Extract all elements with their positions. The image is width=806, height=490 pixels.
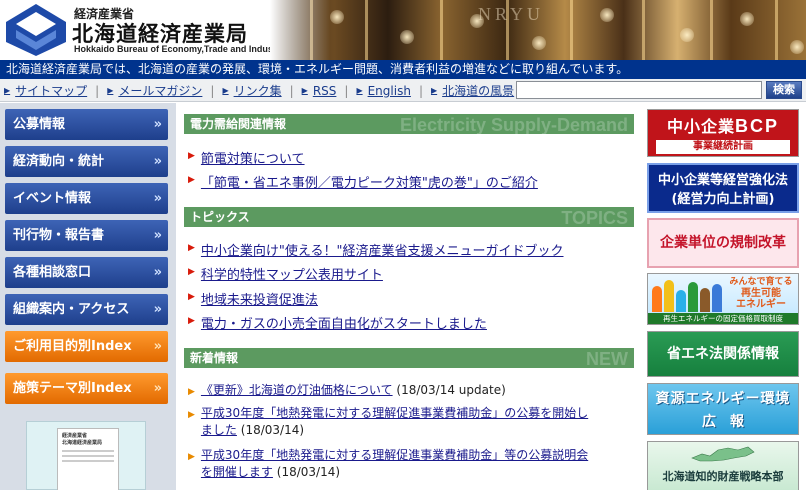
section-header-news: 新着情報 NEW [184,348,634,368]
link-retail-liberalization[interactable]: 電力・ガスの小売全面自由化がスタートしました [201,313,487,332]
news-link-kerosene[interactable]: 《更新》北海道の灯油価格について [201,383,393,397]
section-header-power: 電力需給関連情報 Electricity Supply-Demand [184,114,634,134]
util-link-links[interactable]: ▶ リンク集 [222,82,281,99]
news-link-geothermal-briefing-cont[interactable]: を開催します [201,465,273,479]
list-item: ▶ 電力・ガスの小売全面自由化がスタートしました [188,313,487,332]
triangle-right-icon: ▶ [222,86,229,95]
section-watermark: TOPICS [561,208,628,227]
section-header-topics: トピックス TOPICS [184,207,634,227]
utility-nav: ▶ サイトマップ | ▶ メールマガジン | ▶ リンク集 | ▶ RSS | ▶ Eng… [4,82,515,99]
double-chevron-right-icon: » [153,191,162,206]
list-item: ▶ 中小企業向け"使える！"経済産業省支援メニューガイドブック [188,240,564,259]
double-chevron-right-icon: » [153,228,162,243]
banner-ip-strategy[interactable]: 北海道知的財産戦略本部 [647,441,799,490]
nav-economic-trends[interactable]: 経済動向・統計» [5,146,168,177]
search-input[interactable] [516,81,762,99]
left-nav: 公募情報» 経済動向・統計» イベント情報» 刊行物・報告書» 各種相談窓口» … [0,103,176,490]
list-item: ▶ 科学的特性マップ公表用サイト [188,264,383,283]
news-link-geothermal-offering[interactable]: 平成30年度「地熱発電に対する理解促進事業費補助金」の公募を開始し [201,406,588,420]
utility-bar: ▶ サイトマップ | ▶ メールマガジン | ▶ リンク集 | ▶ RSS | ▶ Eng… [0,79,806,102]
news-item: ▶ 《更新》北海道の灯油価格について (18/03/14 update) [188,382,636,401]
section-watermark: NEW [586,349,628,368]
right-banners: 中小企業BCP 事業継続計画 中小企業等経営強化法 (経営力向上計画) 企業単位… [642,103,806,490]
link-power-saving[interactable]: 節電対策について [201,148,305,167]
triangle-right-icon: ▶ [356,86,363,95]
brochure-thumbnail: 経済産業省 北海道経済産業局 [57,428,119,490]
nav-events[interactable]: イベント情報» [5,183,168,214]
section-watermark: Electricity Supply-Demand [399,115,628,134]
triangle-right-icon: ▶ [188,267,195,277]
triangle-right-icon: ▶ [188,175,195,185]
triangle-right-icon: ▶ [430,86,438,95]
banner-sme-strengthening[interactable]: 中小企業等経営強化法 (経営力向上計画) [647,163,799,213]
nav-public-offering[interactable]: 公募情報» [5,109,168,140]
news-item: ▶ 平成30年度「地熱発電に対する理解促進事業費補助金」の公募を開始し ました (… [188,405,636,439]
double-chevron-right-icon: » [153,154,162,169]
left-banner[interactable]: 経済産業省 北海道経済産業局 [26,421,146,490]
search-button[interactable]: 検索 [766,81,802,99]
news-date: (18/03/14 update) [396,383,506,397]
banner-sme-bcp[interactable]: 中小企業BCP 事業継続計画 [647,109,799,157]
news-date: (18/03/14) [240,423,305,437]
util-link-sitemap[interactable]: ▶ サイトマップ [4,82,87,99]
link-regional-investment[interactable]: 地域未来投資促進法 [201,289,318,308]
nav-publications[interactable]: 刊行物・報告書» [5,220,168,251]
list-item: ▶ 「節電・省エネ事例／電力ピーク対策"虎の巻"」のご紹介 [188,172,538,191]
triangle-right-icon: ▶ [188,243,195,253]
hokkaido-map-icon [691,446,755,462]
banner-renewable-energy[interactable]: みんなで育てる 再生可能 エネルギー 再生エネルギーの固定価格買取制度 [647,273,799,325]
link-scientific-map[interactable]: 科学的特性マップ公表用サイト [201,264,383,283]
tagline: 北海道経済産業局では、北海道の産業の発展、環境・エネルギー問題、消費者利益の増進… [0,60,806,79]
double-chevron-right-icon: » [153,339,162,354]
header: 経済産業省 北海道経済産業局 Hokkaido Bureau of Econom… [0,0,806,60]
nav-theme-index[interactable]: 施策テーマ別Index» [5,373,168,404]
util-link-scenery[interactable]: ▶ 北海道の風景 [431,82,514,99]
util-link-rss[interactable]: ▶ RSS [302,84,337,98]
triangle-right-icon: ▶ [301,86,308,95]
nav-purpose-index[interactable]: ご利用目的別Index» [5,331,168,362]
news-link-geothermal-offering-cont[interactable]: ました [201,423,237,437]
double-chevron-right-icon: » [153,265,162,280]
triangle-right-icon: ▶ [188,292,195,302]
renewable-figures-icon [652,278,722,312]
double-chevron-right-icon: » [153,381,162,396]
triangle-right-icon: ▶ [188,410,195,420]
banner-regulatory-reform[interactable]: 企業単位の規制改革 [647,218,799,268]
news-date: (18/03/14) [276,465,341,479]
link-power-peak-guide[interactable]: 「節電・省エネ事例／電力ピーク対策"虎の巻"」のご紹介 [201,172,538,191]
header-photo-text: NRYU [478,4,545,24]
triangle-right-icon: ▶ [188,151,195,161]
banner-energy-environment-pr[interactable]: 資源エネルギー環境 広報 [647,383,799,435]
triangle-right-icon: ▶ [188,316,195,326]
triangle-right-icon: ▶ [107,86,114,95]
triangle-right-icon: ▶ [4,86,11,95]
list-item: ▶ 節電対策について [188,148,305,167]
nav-organization-access[interactable]: 組織案内・アクセス» [5,294,168,325]
util-link-mailmagazine[interactable]: ▶ メールマガジン [107,82,202,99]
bureau-name-en: Hokkaido Bureau of Economy,Trade and Ind… [74,44,285,54]
nav-consultation[interactable]: 各種相談窓口» [5,257,168,288]
triangle-right-icon: ▶ [188,387,195,397]
double-chevron-right-icon: » [153,302,162,317]
triangle-right-icon: ▶ [188,452,195,462]
util-link-english[interactable]: ▶ English [356,84,411,98]
news-link-geothermal-briefing[interactable]: 平成30年度「地熱発電に対する理解促進事業費補助金」等の公募説明会 [201,448,588,462]
main-content: 電力需給関連情報 Electricity Supply-Demand ▶ 節電対策… [176,103,642,490]
banner-energy-conservation-law[interactable]: 省エネ法関係情報 [647,331,799,377]
list-item: ▶ 地域未来投資促進法 [188,289,318,308]
double-chevron-right-icon: » [153,117,162,132]
bureau-logo-icon[interactable] [4,2,68,58]
news-item: ▶ 平成30年度「地熱発電に対する理解促進事業費補助金」等の公募説明会 を開催しま… [188,447,636,481]
link-sme-guidebook[interactable]: 中小企業向け"使える！"経済産業省支援メニューガイドブック [201,240,564,259]
